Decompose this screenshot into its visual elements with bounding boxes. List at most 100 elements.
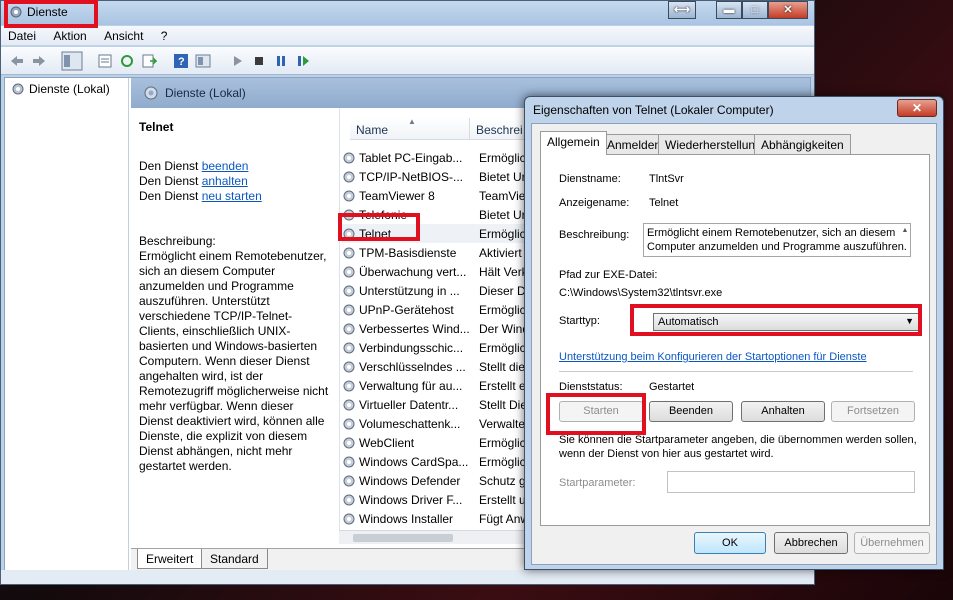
pane-header-title: Dienste (Lokal) [165, 86, 246, 100]
service-name-cell: Windows Defender [359, 473, 461, 488]
startup-options-help-link[interactable]: Unterstützung beim Konfigurieren der Sta… [559, 351, 867, 363]
tab-erweitert[interactable]: Erweitert [137, 549, 203, 569]
column-header-name[interactable]: Name ▲ [350, 117, 470, 140]
table-row[interactable]: Überwachung vert... Hält Verk [342, 262, 539, 281]
start-parameter-hint: Sie können die Startparameter angeben, d… [559, 434, 917, 460]
service-name-cell: Windows Installer [359, 511, 454, 526]
start-button[interactable]: Starten [559, 401, 643, 422]
description-textbox[interactable]: Ermöglicht einem Remotebenutzer, sich an… [643, 223, 911, 257]
general-tab-panel: Dienstname: TlntSvr Anzeigename: Telnet … [540, 154, 930, 526]
service-name-cell: TCP/IP-NetBIOS-... [359, 169, 464, 184]
table-row[interactable]: Unterstützung in ... Dieser Di [342, 281, 539, 300]
service-name-cell: Verbindungsschic... [359, 340, 464, 355]
maximize-button[interactable]: □ [742, 1, 768, 19]
startup-type-dropdown[interactable]: Automatisch ▼ [653, 313, 919, 331]
pause-service-link[interactable]: anhalten [202, 174, 248, 188]
resume-button[interactable]: Fortsetzen [831, 401, 915, 422]
table-row[interactable]: TPM-Basisdienste Aktiviert [342, 243, 539, 262]
service-name-cell: Verschlüsselndes ... [359, 359, 466, 374]
close-button[interactable]: ✕ [768, 1, 808, 19]
sort-arrow-icon: ▲ [408, 117, 416, 126]
pause-button[interactable]: Anhalten [741, 401, 825, 422]
gear-icon [343, 323, 355, 334]
properties-icon[interactable] [97, 53, 113, 69]
service-details: Telnet Den Dienst beenden Den Dienst anh… [139, 120, 329, 474]
table-row[interactable]: Telnet Ermöglic [342, 224, 539, 243]
menu-aktion[interactable]: Aktion [46, 26, 93, 46]
table-row[interactable]: Virtueller Datentr... Stellt Die [342, 395, 539, 414]
service-name-cell: Volumeschattenk... [359, 416, 461, 431]
column-header-description[interactable]: Beschrei [470, 118, 530, 140]
gear-icon [343, 494, 355, 505]
service-name-cell: Windows CardSpa... [359, 454, 469, 469]
restart-icon[interactable] [295, 53, 311, 69]
gear-icon [343, 190, 355, 201]
help-icon[interactable]: ? [173, 53, 189, 69]
stop-service-link[interactable]: beenden [202, 159, 249, 173]
menu-datei[interactable]: Datei [1, 26, 43, 46]
table-row[interactable]: Windows Driver F... Erstellt ul [342, 490, 539, 509]
service-status-label: Dienststatus: [559, 381, 623, 393]
dialog-close-button[interactable]: ✕ [897, 99, 937, 117]
table-row[interactable]: Verwaltung für au... Erstellt ei [342, 376, 539, 395]
tab-abhaengigkeiten[interactable]: Abhängigkeiten [754, 134, 851, 154]
table-row[interactable]: Verschlüsselndes ... Stellt die [342, 357, 539, 376]
chevron-down-icon: ▼ [905, 316, 914, 326]
list-horizontal-scrollbar[interactable] [339, 530, 529, 544]
gear-icon [144, 86, 158, 100]
table-row[interactable]: Windows CardSpa... Ermöglic [342, 452, 539, 471]
resize-arrows-button[interactable]: ⟷ [668, 1, 696, 19]
stop-button[interactable]: Beenden [649, 401, 733, 422]
refresh-icon[interactable] [119, 53, 135, 69]
gear-icon [343, 171, 355, 182]
ok-button[interactable]: OK [694, 532, 766, 554]
table-row[interactable]: Verbessertes Wind... Der Wind [342, 319, 539, 338]
apply-button[interactable]: Übernehmen [854, 532, 930, 554]
table-row[interactable]: UPnP-Gerätehost Ermöglic [342, 300, 539, 319]
title-bar[interactable]: Dienste ⟷ ▬ □ ✕ [1, 1, 814, 25]
dialog-body: Allgemein Anmelden Wiederherstellung Abh… [531, 123, 937, 565]
display-name-value: Telnet [649, 197, 679, 209]
service-name-cell: Virtueller Datentr... [359, 397, 459, 412]
forward-arrow-icon[interactable] [31, 53, 47, 69]
start-parameter-input[interactable] [667, 471, 915, 493]
description-scrollbar[interactable]: ▲▼ [900, 224, 910, 256]
service-name-cell: WebClient [359, 435, 415, 450]
tree-node-label: Dienste (Lokal) [29, 82, 110, 96]
scroll-thumb[interactable] [353, 534, 453, 542]
cancel-button[interactable]: Abbrechen [774, 532, 848, 554]
table-row[interactable]: TeamViewer 8 TeamVie [342, 186, 539, 205]
services-gear-icon [10, 6, 22, 18]
tab-standard[interactable]: Standard [201, 549, 268, 569]
description-label: Beschreibung: [139, 234, 216, 248]
tree-node-services-local[interactable]: Dienste (Lokal) [11, 82, 110, 96]
table-row[interactable]: WebClient Ermöglic [342, 433, 539, 452]
table-row[interactable]: Telefonie Bietet Ur [342, 205, 539, 224]
table-row[interactable]: Verbindungsschic... Ermöglic [342, 338, 539, 357]
play-icon[interactable] [229, 53, 245, 69]
service-name-cell: Telefonie [359, 207, 408, 222]
minimize-button[interactable]: ▬ [716, 1, 742, 19]
back-arrow-icon[interactable] [9, 53, 25, 69]
gear-icon [343, 399, 355, 410]
view-icon[interactable] [195, 53, 211, 69]
gear-icon [343, 475, 355, 486]
restart-service-link[interactable]: neu starten [202, 189, 262, 203]
console-tree-icon[interactable] [61, 51, 83, 71]
table-row[interactable]: Tablet PC-Eingab... Ermöglic [342, 148, 539, 167]
export-icon[interactable] [141, 53, 157, 69]
menu-help[interactable]: ? [154, 26, 175, 46]
tab-wiederherstellung[interactable]: Wiederherstellung [658, 134, 769, 154]
table-row[interactable]: Windows Defender Schutz g [342, 471, 539, 490]
gear-icon [343, 209, 355, 220]
table-row[interactable]: TCP/IP-NetBIOS-... Bietet Ur [342, 167, 539, 186]
table-row[interactable]: Windows Installer Fügt Anw [342, 509, 539, 528]
gear-icon [343, 285, 355, 296]
menu-ansicht[interactable]: Ansicht [97, 26, 150, 46]
stop-icon[interactable] [251, 53, 267, 69]
pause-icon[interactable] [273, 53, 289, 69]
menu-bar: Datei Aktion Ansicht ? [1, 26, 814, 46]
gear-icon [343, 361, 355, 372]
table-row[interactable]: Volumeschattenk... Verwaltet [342, 414, 539, 433]
tab-allgemein[interactable]: Allgemein [540, 131, 607, 155]
